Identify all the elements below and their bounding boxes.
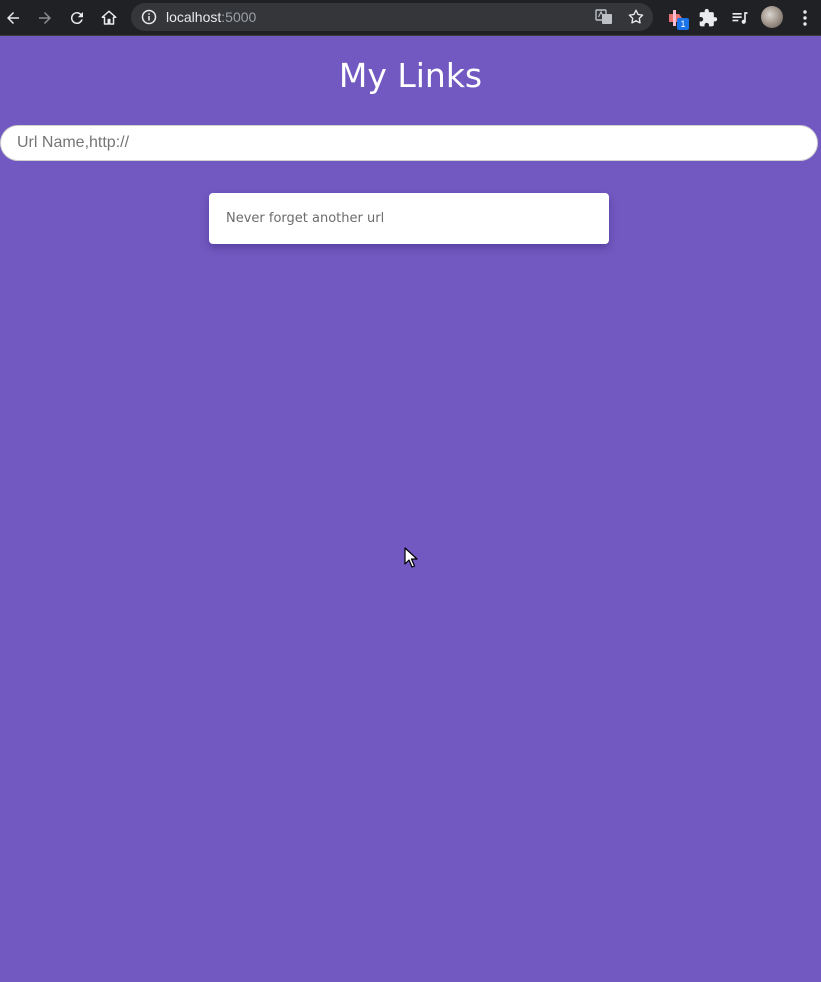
card-text: Never forget another url [226, 211, 385, 226]
link-card[interactable]: Never forget another url [209, 193, 609, 244]
menu-dots-icon[interactable] [795, 8, 815, 28]
url-host: localhost [166, 9, 222, 25]
bookmark-star-icon[interactable] [627, 8, 645, 26]
info-icon[interactable] [141, 9, 157, 25]
browser-toolbar: localhost:5000 1 [0, 0, 821, 36]
page-title: My Links [338, 56, 483, 95]
media-queue-icon[interactable] [730, 8, 750, 28]
url-text[interactable]: localhost:5000 [166, 9, 256, 25]
url-input[interactable] [0, 125, 818, 161]
extension-badge: 1 [677, 18, 689, 30]
translate-icon[interactable] [595, 9, 613, 25]
forward-icon[interactable] [33, 6, 57, 30]
puzzle-icon[interactable] [698, 8, 718, 28]
address-bar[interactable]: localhost:5000 [131, 3, 653, 31]
reload-icon[interactable] [65, 6, 89, 30]
url-port: :5000 [221, 9, 257, 25]
mouse-cursor-icon [404, 547, 418, 568]
profile-avatar[interactable] [761, 6, 783, 28]
back-icon[interactable] [1, 6, 25, 30]
home-icon[interactable] [97, 6, 121, 30]
